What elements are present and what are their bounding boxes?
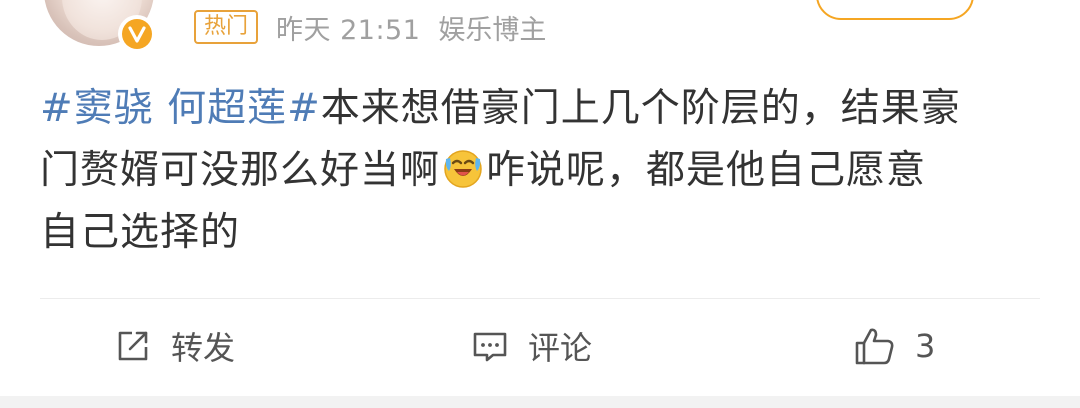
repost-icon — [113, 326, 153, 366]
follow-button[interactable] — [816, 0, 974, 20]
like-count: 3 — [915, 327, 936, 365]
post-source: 娱乐博主 — [438, 14, 547, 46]
post-content-line-1: #窦骁 何超莲#本来想借豪门上几个阶层的，结果豪 — [40, 78, 1040, 140]
feed-separator — [0, 396, 1080, 408]
post-time: 昨天 21:51 — [276, 14, 421, 46]
comment-label: 评论 — [528, 329, 593, 367]
thumbs-up-icon — [853, 324, 897, 368]
repost-button[interactable]: 转发 — [113, 318, 235, 374]
hot-tag: 热门 — [194, 10, 259, 44]
post-text-segment: 本来想借豪门上几个阶层的，结果豪 — [320, 86, 961, 131]
post-content-line-3: 自己选择的 — [40, 210, 241, 255]
post-content-line-2: 门赘婿可没那么好当啊 咋说呢，都是他自己愿意 — [40, 140, 1040, 202]
comment-icon — [470, 326, 510, 366]
repost-label: 转发 — [171, 329, 236, 367]
topic-link[interactable]: #窦骁 何超莲# — [40, 86, 321, 131]
divider — [40, 298, 1040, 299]
post-text-segment: 门赘婿可没那么好当啊 — [40, 148, 441, 193]
verified-v-icon — [118, 15, 156, 53]
like-button[interactable]: 3 — [853, 318, 935, 374]
laugh-cry-emoji-icon — [442, 146, 484, 188]
post-text-segment: 咋说呢，都是他自己愿意 — [486, 148, 927, 193]
post-content: #窦骁 何超莲#本来想借豪门上几个阶层的，结果豪 门赘婿可没那么好当啊 咋说呢，… — [40, 78, 1040, 264]
comment-button[interactable]: 评论 — [470, 318, 592, 374]
post-meta: 热门 昨天 21:51 娱乐博主 — [194, 6, 546, 48]
